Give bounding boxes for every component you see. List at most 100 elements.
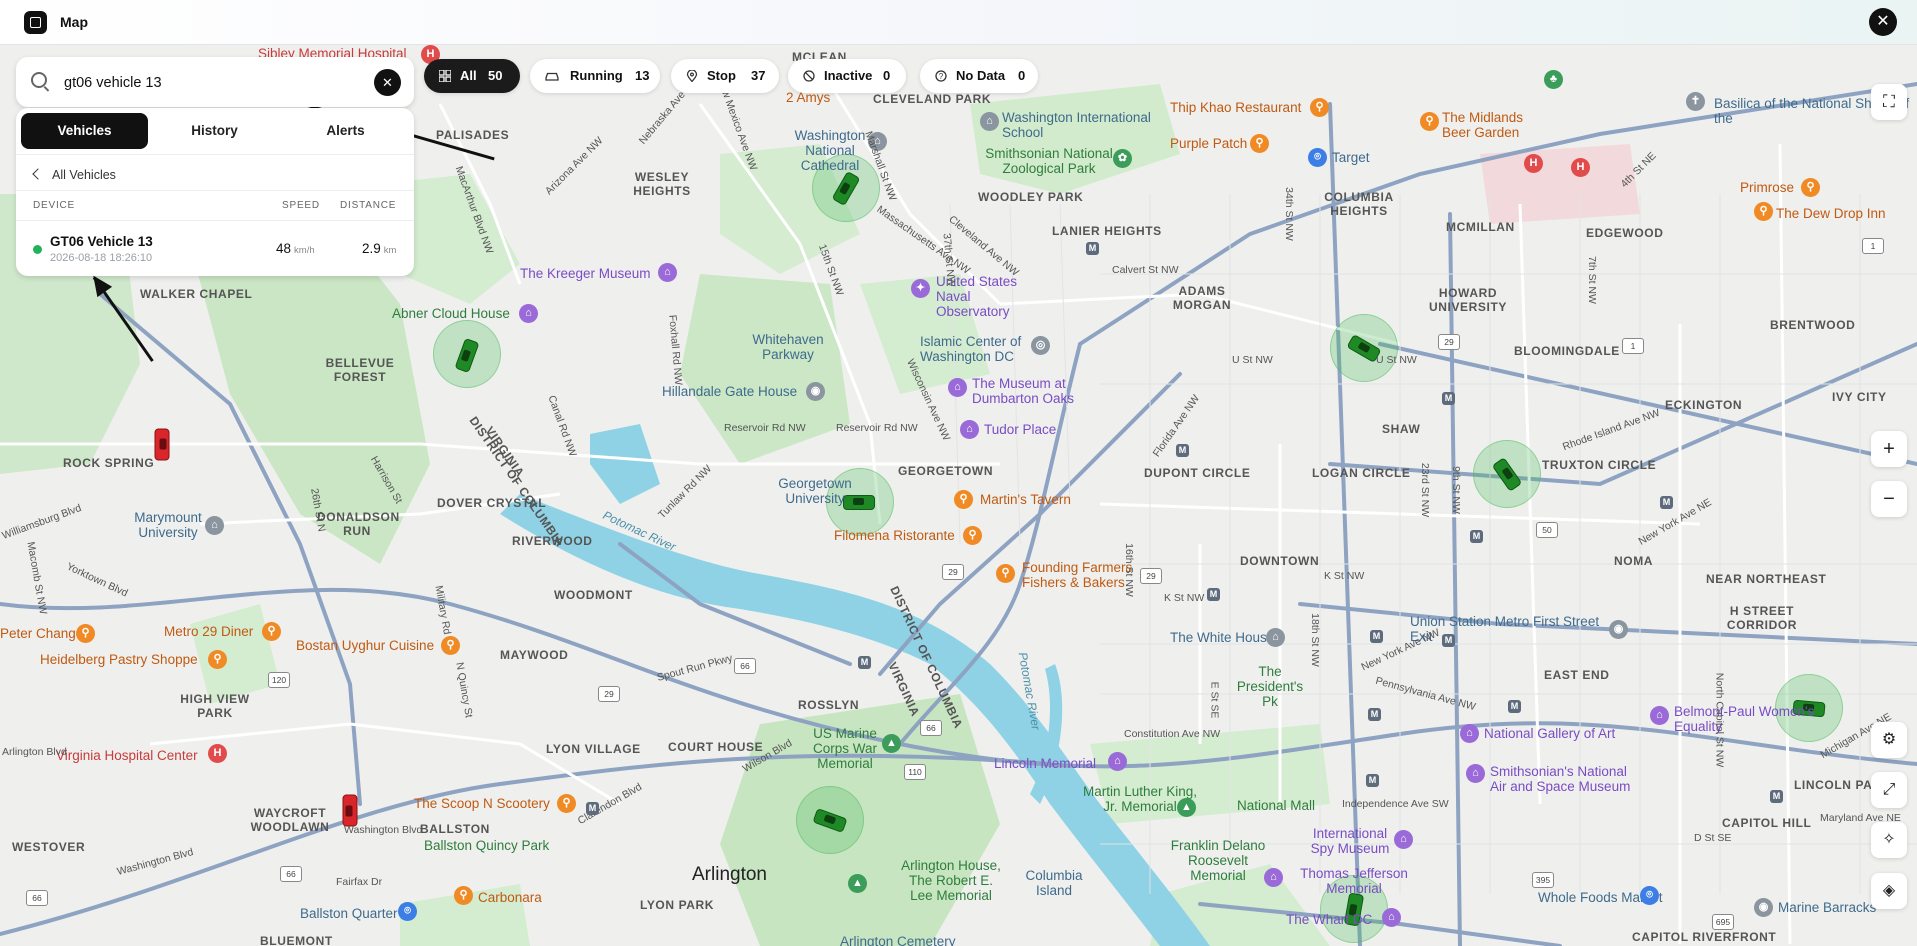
filter-inactive[interactable]: Inactive 0 [788,59,906,93]
vehicle-marker-stopped[interactable] [342,794,358,827]
bakery-icon: ⚲ [208,650,227,669]
filter-count: 13 [635,68,650,83]
divider [16,154,414,155]
tab-alerts[interactable]: Alerts [282,113,409,149]
filter-running[interactable]: Running 13 [530,59,660,93]
memorial-icon: ▲ [848,874,867,893]
map-label-poi: Tudor Place [984,422,1057,437]
vehicle-marker-stopped[interactable] [154,428,170,461]
map-label-poi: Thip Khao Restaurant [1170,100,1302,115]
highway-shield: 66 [280,866,302,882]
title-bar: Map ✕ [0,0,1917,45]
landmark-icon: ◉ [806,382,825,401]
map-label-poi: The Midlands Beer Garden [1442,110,1524,140]
memorial-icon: ▲ [882,734,901,753]
back-to-all-vehicles-link[interactable]: All Vehicles [30,164,116,186]
map-label-poi: Virginia Hospital Center [56,748,198,763]
map-label-road: U St NW [1376,354,1417,366]
highway-shield: 120 [268,672,290,688]
map-label-poi: Smithsonian's National Air and Space Mus… [1490,764,1631,794]
filter-count: 0 [883,68,891,83]
map-label-poi: The White House [1170,630,1275,645]
restaurant-icon: ⚲ [262,622,281,641]
highway-shield: 29 [598,686,620,702]
map-label-poi: Peter Chang [0,626,76,641]
highway-shield: 66 [26,890,48,906]
map-label-poi: Primrose [1740,180,1795,195]
map-label-poi: Smithsonian National Zoological Park [985,146,1113,176]
map-label-area: WESLEY HEIGHTS [633,170,691,198]
map-label-poi: Purple Patch [1170,136,1248,151]
expand-button[interactable]: ⤢ [1871,772,1907,808]
map-label-area: BLOOMINGDALE [1514,344,1620,358]
tab-vehicles[interactable]: Vehicles [21,113,148,149]
shopping-icon: ⌾ [398,902,417,921]
metro-station-icon: M [1770,790,1783,803]
back-label: All Vehicles [52,168,116,182]
map-label-area: LANIER HEIGHTS [1052,224,1162,238]
map-label-area: ECKINGTON [1665,398,1743,412]
close-window-button[interactable]: ✕ [1869,8,1897,36]
vehicle-search-box: ✕ [16,57,414,107]
map-label-poi: International Spy Museum [1310,826,1390,856]
restaurant-icon: ⚲ [1801,178,1820,197]
highway-shield: 695 [1712,914,1734,930]
map-label-poi: The Scoop N Scootery [414,796,550,811]
map-label-poi: Georgetown University [778,476,852,506]
map-label-road: 23rd St NW [1419,462,1432,518]
map-label-poi: The Kreeger Museum [520,266,651,281]
metro-station-icon: M [858,656,871,669]
museum-icon: ⌂ [1460,724,1479,743]
metro-station-icon: M [1442,634,1455,647]
map-label-poi: Filomena Ristorante [834,528,955,543]
tab-history[interactable]: History [151,113,278,149]
map-label-area: WESTOVER [12,840,86,854]
metro-station-icon: M [1660,496,1673,509]
layers-button[interactable]: ◈ [1871,873,1907,909]
observatory-icon: ✦ [911,279,930,298]
map-label-area: CAPITOL RIVERFRONT [1632,930,1777,944]
map-label-area: ROSSLYN [798,698,860,712]
map-settings-button[interactable]: ⚙ [1871,722,1907,758]
map-label-area: IVY CITY [1832,390,1887,404]
search-input[interactable] [62,71,376,95]
highway-shield: 50 [1536,522,1558,538]
zoo-icon: ✿ [1113,149,1132,168]
device-speed: 48 km/h [276,241,315,256]
zoom-in-button[interactable]: + [1871,431,1907,467]
map-label-area: CLEVELAND PARK [873,92,992,106]
chevron-left-icon [32,168,44,180]
restaurant-icon: ⚲ [954,490,973,509]
map-label-road: K St NW [1324,570,1365,582]
map-label-road: Arlington Blvd [2,746,67,758]
magic-wand-button[interactable]: ✧ [1871,822,1907,858]
map-label-area: TRUXTON CIRCLE [1542,458,1657,472]
map-label-area: WOODLEY PARK [978,190,1084,204]
map-label-poi: The President's Pk [1236,664,1304,709]
zoom-out-button[interactable]: − [1871,481,1907,517]
train-icon: ◉ [1609,620,1628,639]
map-label-poi: Heidelberg Pastry Shoppe [40,652,198,667]
column-header-distance: DISTANCE [340,200,397,211]
shopping-icon: ⌾ [1308,148,1327,167]
map-label-area: WALKER CHAPEL [140,287,253,301]
filter-no-data[interactable]: ? No Data 0 [920,59,1038,93]
filter-all[interactable]: All 50 [424,59,520,93]
museum-icon: ⌂ [519,304,538,323]
highway-shield: 1 [1862,238,1884,254]
metro-station-icon: M [1470,530,1483,543]
clear-search-button[interactable]: ✕ [374,69,401,96]
map-label-poi: Columbia Island [1025,868,1083,898]
distance-value: 2.9 [362,241,381,256]
map-label-poi: Carbonara [478,890,542,905]
map-label-poi: Union Station Metro First Street Exit [1410,614,1600,644]
filter-stop[interactable]: Stop 37 [671,59,779,93]
map-label-area: HIGH VIEW PARK [180,692,250,720]
fullscreen-button[interactable]: ⛶ [1871,84,1907,120]
vehicle-list-row[interactable]: GT06 Vehicle 13 2026-08-18 18:26:10 48 km… [16,221,414,273]
map-label-area: LOGAN CIRCLE [1312,466,1411,480]
metro-station-icon: M [1086,242,1099,255]
map-label-poi: Washington International School [1002,110,1151,140]
metro-station-icon: M [586,802,599,815]
restaurant-icon: ⚲ [963,526,982,545]
